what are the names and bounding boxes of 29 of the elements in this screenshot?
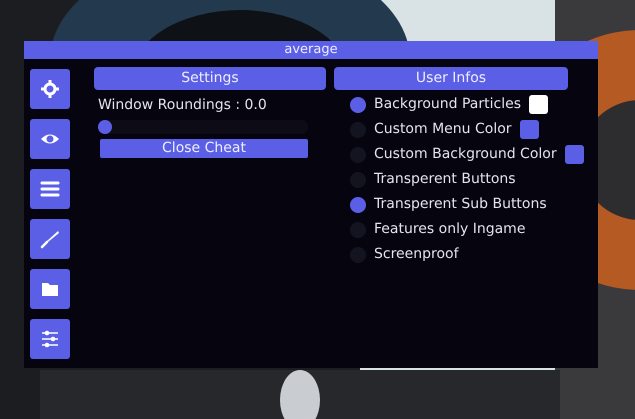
- slider-label: Window Roundings : 0.0: [97, 96, 268, 115]
- crosshair-icon: [40, 79, 60, 99]
- sliders-icon: [40, 329, 60, 349]
- panel-header: Settings: [94, 67, 326, 90]
- option-label: Transperent Buttons: [374, 170, 516, 189]
- sidebar-button[interactable]: [30, 219, 70, 259]
- knife-icon: [40, 229, 60, 249]
- sidebar-button[interactable]: [30, 169, 70, 209]
- checkbox[interactable]: [350, 96, 366, 112]
- sidebar-button[interactable]: [30, 269, 70, 309]
- option-label: Features only Ingame: [374, 220, 526, 239]
- color-swatch[interactable]: [529, 95, 548, 114]
- option-label: Background Particles: [374, 95, 521, 114]
- sidebar-button[interactable]: [30, 119, 70, 159]
- panel-header: User Infos: [334, 67, 568, 90]
- sidebar-button[interactable]: [30, 69, 70, 109]
- menu-icon: [40, 179, 60, 199]
- option-label: Screenproof: [374, 245, 459, 264]
- checkbox[interactable]: [350, 196, 366, 212]
- window-title: average: [24, 41, 598, 59]
- sidebar-button[interactable]: [30, 319, 70, 359]
- option-label: Custom Menu Color: [374, 120, 512, 139]
- option-label: Transperent Sub Buttons: [374, 195, 547, 214]
- color-swatch[interactable]: [520, 120, 539, 139]
- close-button[interactable]: Close Cheat: [100, 139, 308, 158]
- option-label: Custom Background Color: [374, 145, 557, 164]
- slider-track[interactable]: [98, 120, 308, 134]
- slider-thumb[interactable]: [98, 120, 112, 134]
- color-swatch[interactable]: [564, 145, 584, 164]
